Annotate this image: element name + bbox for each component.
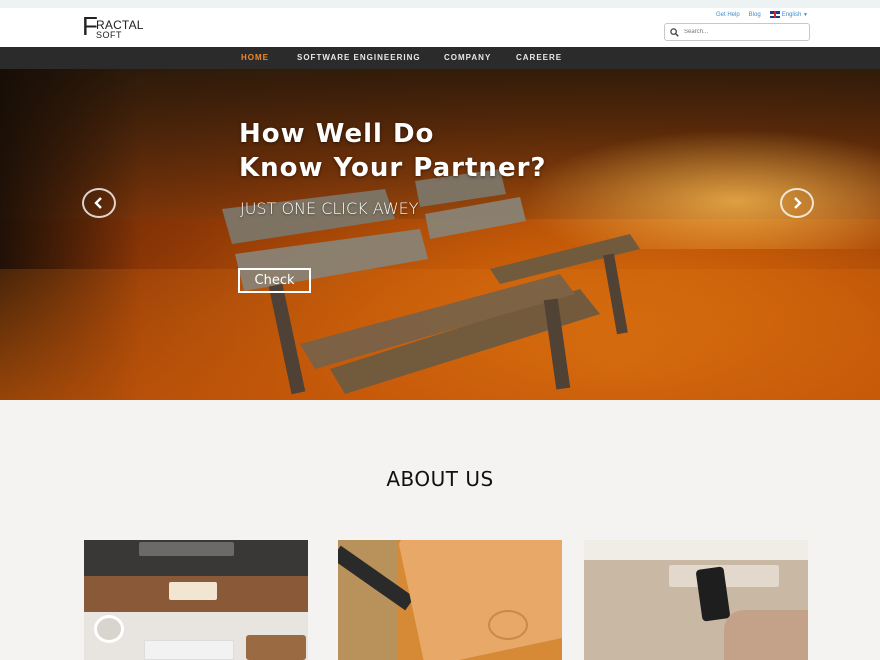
about-card-image-phone[interactable] xyxy=(584,540,808,660)
language-label: English xyxy=(781,12,802,19)
slider-prev-button[interactable] xyxy=(82,188,116,218)
nav-item-careere[interactable]: CAREERE xyxy=(516,47,562,69)
coffee-cup-icon xyxy=(94,615,124,643)
hero-slider: How Well Do Know Your Partner? JUST ONE … xyxy=(0,69,880,400)
caret-down-icon: ▼ xyxy=(803,12,808,19)
language-selector[interactable]: English ▼ xyxy=(769,11,808,19)
chevron-left-icon xyxy=(94,197,102,209)
logo[interactable]: F RACTAL SOFT xyxy=(82,12,143,43)
main-nav: HOME SOFTWARE ENGINEERING COMPANY CAREER… xyxy=(0,47,880,69)
leather-notebook-icon xyxy=(398,540,562,660)
clock-icon xyxy=(169,582,217,600)
search-icon xyxy=(670,27,679,37)
hero-subtitle: JUST ONE CLICK AWEY xyxy=(240,199,419,218)
top-links: Get Help Blog English ▼ xyxy=(716,11,808,18)
nav-item-software-engineering[interactable]: SOFTWARE ENGINEERING xyxy=(297,47,421,69)
get-help-link[interactable]: Get Help xyxy=(716,12,740,18)
about-card-image-desk[interactable] xyxy=(84,540,308,660)
blog-link[interactable]: Blog xyxy=(749,12,761,18)
top-strip xyxy=(0,0,880,8)
check-button[interactable]: Check xyxy=(238,268,311,293)
swirl-emboss-icon xyxy=(488,610,528,640)
hand-icon xyxy=(724,610,808,660)
nav-item-home[interactable]: HOME xyxy=(241,47,269,69)
nav-item-company[interactable]: COMPANY xyxy=(444,47,491,69)
header: F RACTAL SOFT Get Help Blog English ▼ xyxy=(0,8,880,47)
logo-subtext: SOFT xyxy=(96,30,122,40)
hero-title: How Well Do Know Your Partner? xyxy=(239,119,547,183)
about-card-image-notebook[interactable] xyxy=(338,540,562,660)
about-title: ABOUT US xyxy=(386,467,494,491)
slider-next-button[interactable] xyxy=(780,188,814,218)
bright-background xyxy=(584,540,808,560)
notebook-icon xyxy=(246,635,306,660)
search-box xyxy=(664,23,810,41)
keyboard-white-icon xyxy=(144,640,234,660)
keyboard-icon xyxy=(139,542,234,556)
chevron-right-icon xyxy=(794,197,802,209)
search-input[interactable] xyxy=(684,29,804,35)
uk-flag-icon xyxy=(769,11,780,18)
